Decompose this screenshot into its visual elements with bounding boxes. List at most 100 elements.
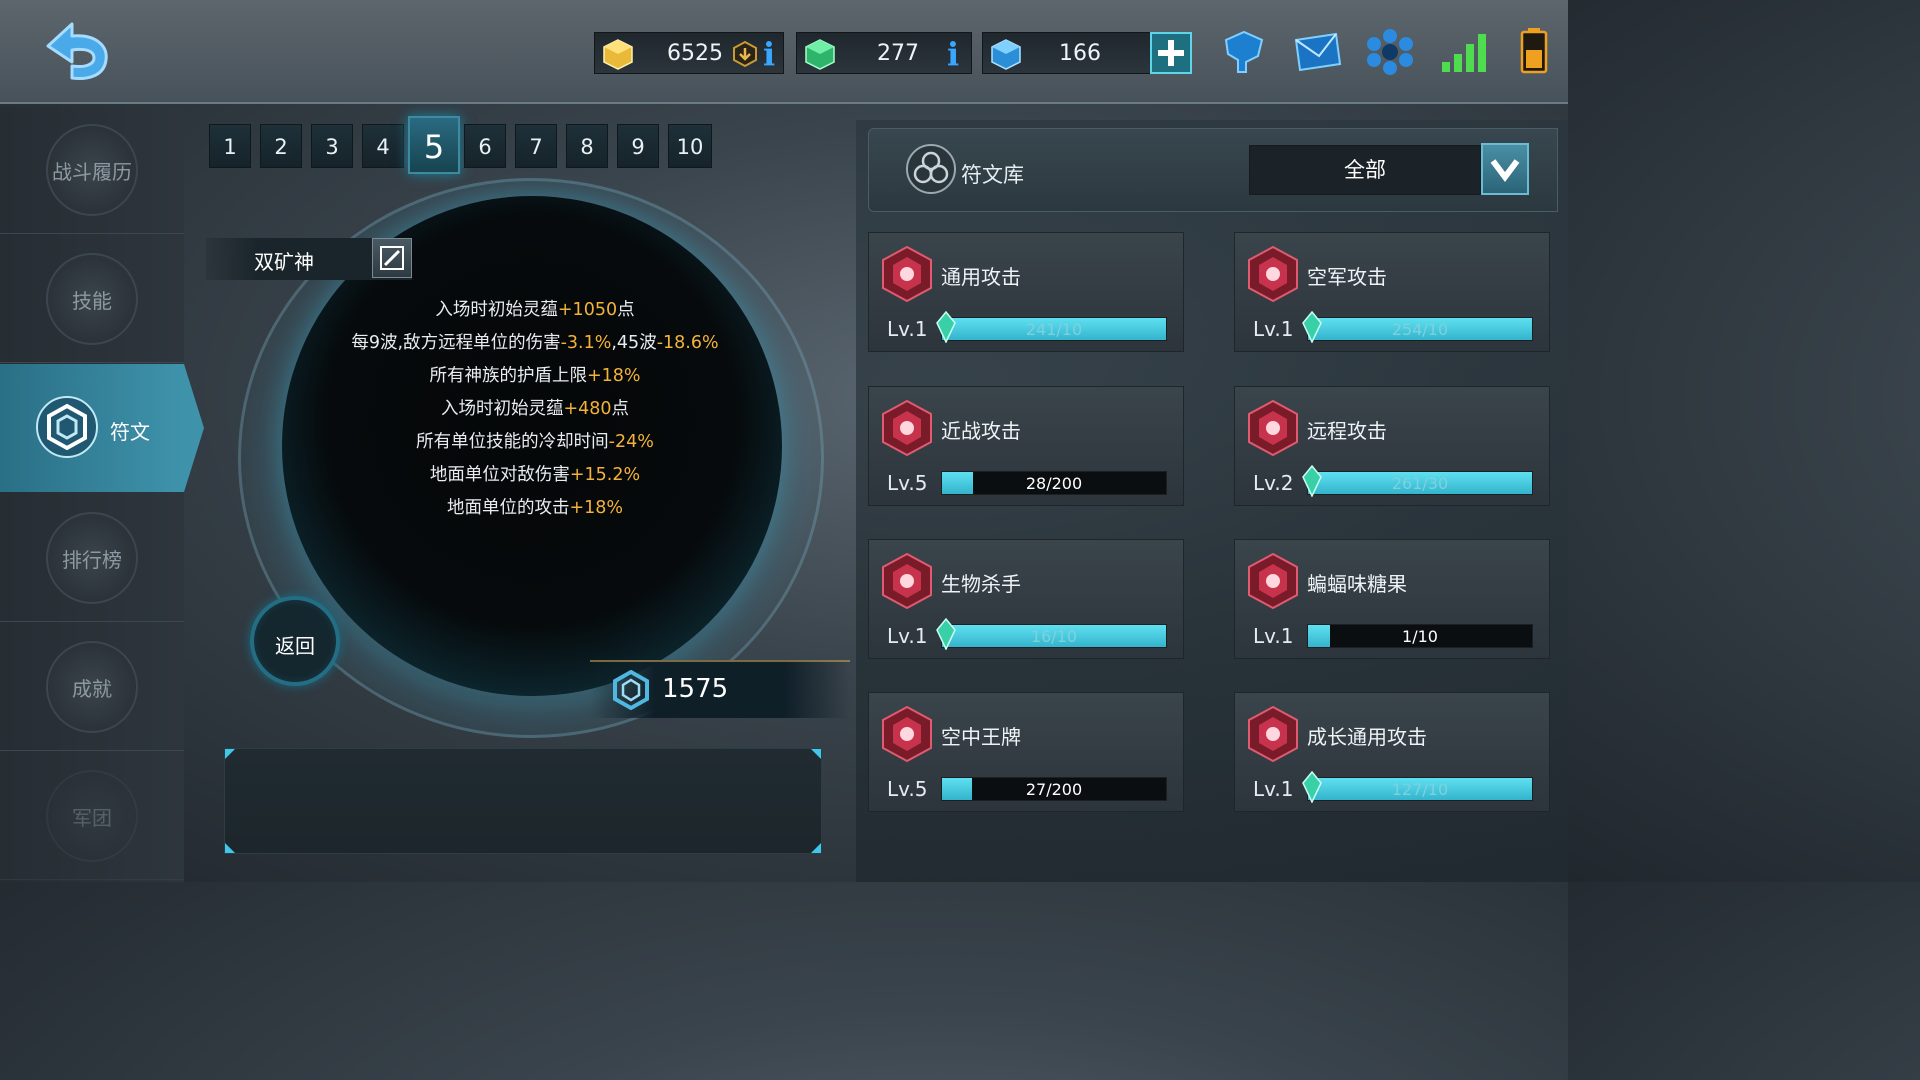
crystal-counter: 277 i — [796, 32, 972, 74]
rune-hex-icon — [36, 396, 98, 458]
rune-emblem-icon — [1248, 552, 1298, 610]
rune-progress-bar: 1/10 — [1307, 624, 1533, 648]
upgrade-gem-icon — [1302, 311, 1322, 343]
effect-line: 地面单位对敌伤害+15.2% — [429, 465, 641, 485]
tab-5[interactable]: 5 — [408, 116, 460, 174]
rune-card[interactable]: 远程攻击 Lv.2 261/30 — [1234, 386, 1550, 506]
rune-level: Lv.1 — [1253, 777, 1294, 801]
top-bar: 6525 i 277 i 166 — [0, 0, 1568, 104]
upgrade-gem-icon — [936, 618, 956, 650]
rune-card[interactable]: 空军攻击 Lv.1 254/10 — [1234, 232, 1550, 352]
tab-7[interactable]: 7 — [515, 124, 557, 168]
rune-name: 空军攻击 — [1307, 265, 1387, 289]
tab-8[interactable]: 8 — [566, 124, 608, 168]
blue-gem-icon — [991, 39, 1021, 70]
rune-name: 蝙蝠味糖果 — [1307, 572, 1407, 596]
rune-progress-text: 261/30 — [1391, 474, 1449, 493]
corner-marker — [225, 749, 235, 759]
loadout-name: 双矿神 — [254, 250, 314, 274]
corner-marker — [811, 749, 821, 759]
crystal-info-button[interactable]: i — [947, 35, 959, 73]
tab-10[interactable]: 10 — [668, 124, 712, 168]
rune-emblem-icon — [882, 552, 932, 610]
upgrade-gem-icon — [1302, 771, 1322, 803]
rune-progress-text: 254/10 — [1391, 320, 1449, 339]
nav-label: 技能 — [72, 289, 112, 313]
rune-card[interactable]: 成长通用攻击 Lv.1 127/10 — [1234, 692, 1550, 812]
rune-card[interactable]: 空中王牌 Lv.5 27/200 — [868, 692, 1184, 812]
rune-emblem-icon — [1248, 245, 1298, 303]
effect-line: 每9波,敌方远程单位的伤害-3.1%,45波-18.6% — [351, 333, 719, 353]
add-gems-icon[interactable] — [1150, 32, 1192, 74]
tab-2[interactable]: 2 — [260, 124, 302, 168]
nav-legion[interactable]: 军团 — [0, 752, 184, 880]
effect-line: 所有神族的护盾上限+18% — [429, 366, 641, 386]
rune-name: 通用攻击 — [941, 265, 1021, 289]
rune-progress-text: 127/10 — [1391, 780, 1449, 799]
mail-icon[interactable] — [1292, 26, 1344, 78]
rune-progress-text: 27/200 — [1025, 780, 1083, 799]
tab-3[interactable]: 3 — [311, 124, 353, 168]
download-icon[interactable] — [731, 40, 759, 68]
rune-library-title: 符文库 — [961, 163, 1024, 187]
rune-progress-text: 28/200 — [1025, 474, 1083, 493]
rune-filter-select[interactable]: 全部 — [1249, 145, 1481, 195]
rune-card[interactable]: 蝙蝠味糖果 Lv.1 1/10 — [1234, 539, 1550, 659]
back-arrow-icon[interactable] — [38, 18, 116, 84]
edit-name-button[interactable] — [372, 238, 412, 278]
chevron-down-icon — [1490, 159, 1520, 182]
rune-library-icon — [906, 144, 956, 194]
rune-emblem-icon — [882, 705, 932, 763]
rune-progress-text: 241/10 — [1025, 320, 1083, 339]
nav-runes[interactable]: 符文 — [0, 364, 204, 492]
rune-emblem-icon — [882, 399, 932, 457]
upgrade-gem-icon — [1302, 465, 1322, 497]
rune-effects-list: 入场时初始灵蕴+1050点 每9波,敌方远程单位的伤害-3.1%,45波-18.… — [290, 296, 780, 527]
rune-name: 空中王牌 — [941, 725, 1021, 749]
tab-1[interactable]: 1 — [209, 124, 251, 168]
rune-library-header: 符文库 全部 — [868, 128, 1558, 212]
settings-gear-icon[interactable] — [1364, 26, 1416, 78]
return-label: 返回 — [275, 634, 315, 658]
pencil-icon — [380, 246, 404, 270]
effect-line: 入场时初始灵蕴+480点 — [440, 399, 630, 419]
rune-card[interactable]: 近战攻击 Lv.5 28/200 — [868, 386, 1184, 506]
rune-card[interactable]: 生物杀手 Lv.1 16/10 — [868, 539, 1184, 659]
nav-achievements[interactable]: 成就 — [0, 623, 184, 751]
rune-level: Lv.5 — [887, 471, 928, 495]
nav-skills[interactable]: 技能 — [0, 235, 184, 363]
rune-name: 近战攻击 — [941, 419, 1021, 443]
rune-card[interactable]: 通用攻击 Lv.1 241/10 — [868, 232, 1184, 352]
rune-emblem-icon — [882, 245, 932, 303]
nav-label: 军团 — [72, 806, 112, 830]
gold-info-button[interactable]: i — [763, 35, 775, 73]
signal-icon — [1442, 34, 1486, 72]
tab-6[interactable]: 6 — [464, 124, 506, 168]
left-nav: 战斗履历 技能 符文 排行榜 成就 军团 — [0, 106, 204, 882]
gem-value: 166 — [1059, 41, 1101, 66]
rune-progress-bar: 28/200 — [941, 471, 1167, 495]
rune-level: Lv.1 — [887, 317, 928, 341]
effect-line: 所有单位技能的冷却时间-24% — [416, 432, 654, 452]
rune-level: Lv.1 — [887, 624, 928, 648]
rune-emblem-icon — [1248, 399, 1298, 457]
nav-battle-history[interactable]: 战斗履历 — [0, 106, 184, 234]
rune-progress-bar: 127/10 — [1307, 777, 1533, 801]
filter-dropdown-button[interactable] — [1481, 143, 1529, 195]
nav-label: 排行榜 — [62, 548, 122, 572]
tab-9[interactable]: 9 — [617, 124, 659, 168]
rune-progress-bar: 16/10 — [941, 624, 1167, 648]
shop-icon[interactable] — [1218, 26, 1270, 78]
nav-label: 符文 — [110, 420, 150, 444]
corner-marker — [811, 843, 821, 853]
rune-level: Lv.1 — [1253, 317, 1294, 341]
tab-4[interactable]: 4 — [362, 124, 404, 168]
corner-marker — [225, 843, 235, 853]
nav-leaderboard[interactable]: 排行榜 — [0, 494, 184, 622]
green-crystal-icon — [805, 39, 835, 70]
nav-label: 成就 — [72, 677, 112, 701]
rune-progress-text: 1/10 — [1402, 627, 1438, 646]
effect-line: 入场时初始灵蕴+1050点 — [435, 300, 635, 320]
rune-power-value: 1575 — [662, 674, 729, 704]
return-button[interactable]: 返回 — [250, 596, 340, 686]
